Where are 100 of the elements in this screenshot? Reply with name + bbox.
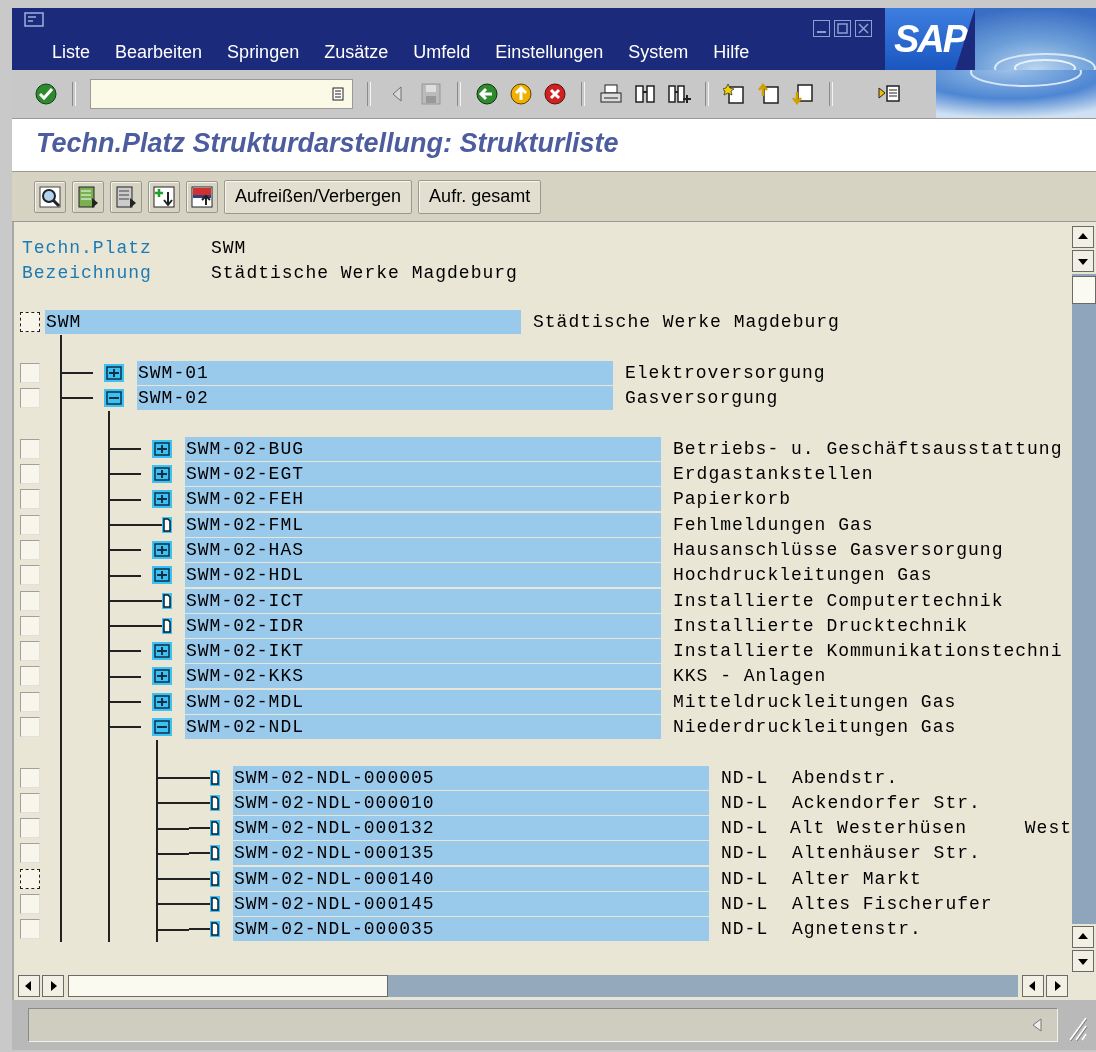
node-id[interactable]: SWM-02-KKS <box>185 664 661 689</box>
window-menu-icon[interactable] <box>24 12 44 28</box>
maximize-icon[interactable] <box>834 20 851 37</box>
checkbox[interactable] <box>20 388 40 409</box>
node-id[interactable]: SWM-02-IKT <box>185 639 661 664</box>
checkbox[interactable] <box>20 691 40 712</box>
page-up-arrow-icon[interactable] <box>757 82 781 106</box>
scrollbar-track[interactable] <box>1072 274 1096 924</box>
cancel-icon[interactable] <box>543 82 567 106</box>
scroll-up-button[interactable] <box>1072 226 1094 248</box>
binoculars-icon[interactable] <box>633 82 657 106</box>
node-id[interactable]: SWM <box>45 310 521 335</box>
plus-box-icon[interactable] <box>152 566 172 585</box>
checkbox[interactable] <box>20 590 40 611</box>
menu-item[interactable]: System <box>628 42 689 63</box>
checkbox[interactable] <box>20 792 40 813</box>
close-icon[interactable] <box>855 20 872 37</box>
toolbar-button[interactable]: Aufr. gesamt <box>418 179 542 214</box>
checkbox[interactable] <box>20 615 40 636</box>
page-down-arrow-icon[interactable] <box>791 82 815 106</box>
scroll-left-button[interactable] <box>18 975 40 997</box>
binoculars-plus-icon[interactable] <box>667 82 691 106</box>
checkbox[interactable] <box>20 919 40 940</box>
node-id[interactable]: SWM-02-ICT <box>185 588 661 613</box>
menu-item[interactable]: Zusätze <box>324 42 389 63</box>
checkmark-icon[interactable] <box>34 82 58 106</box>
minimize-icon[interactable] <box>813 20 830 37</box>
select-button[interactable] <box>72 180 104 213</box>
minus-box-icon[interactable] <box>152 718 172 736</box>
node-id[interactable]: SWM-02-NDL-000135 <box>233 841 709 866</box>
node-id[interactable]: SWM-02-MDL <box>185 689 661 714</box>
plus-box-icon[interactable] <box>152 439 172 458</box>
node-id[interactable]: SWM-02 <box>137 386 613 411</box>
scroll-down-button[interactable] <box>1072 250 1094 272</box>
scroll-right-button[interactable] <box>42 975 64 997</box>
checkbox[interactable] <box>20 843 40 864</box>
node-id[interactable]: SWM-02-EGT <box>185 462 661 486</box>
scrollbar-thumb[interactable] <box>68 975 388 997</box>
checkbox[interactable] <box>20 641 40 662</box>
checkbox[interactable] <box>20 868 40 889</box>
checkbox[interactable] <box>20 767 40 788</box>
checkbox[interactable] <box>20 565 40 586</box>
node-id[interactable]: SWM-02-NDL-000132 <box>233 816 709 841</box>
plus-box-icon[interactable] <box>152 465 172 483</box>
node-id[interactable]: SWM-02-HAS <box>185 537 661 562</box>
checkbox[interactable] <box>20 438 40 459</box>
deselect-button[interactable] <box>110 180 142 213</box>
menu-item[interactable]: Hilfe <box>713 42 750 63</box>
node-id[interactable]: SWM-02-FEH <box>185 487 661 512</box>
page-left-button[interactable] <box>1022 975 1044 997</box>
checkbox[interactable] <box>20 464 40 484</box>
page-right-button[interactable] <box>1046 975 1068 997</box>
checkbox[interactable] <box>20 818 40 839</box>
page-star-icon[interactable] <box>723 82 747 106</box>
printer-icon[interactable] <box>599 82 623 106</box>
plus-box-icon[interactable] <box>104 363 124 382</box>
checkbox[interactable] <box>20 539 40 560</box>
node-id[interactable]: SWM-02-NDL-000035 <box>233 917 709 942</box>
page-up-button[interactable] <box>1072 926 1094 948</box>
minus-box-icon[interactable] <box>104 389 124 408</box>
node-type: ND-L <box>721 767 770 788</box>
plus-box-icon[interactable] <box>152 692 172 711</box>
plus-box-icon[interactable] <box>152 540 172 559</box>
checkbox[interactable] <box>20 312 40 333</box>
scrollbar-thumb[interactable] <box>1072 276 1096 304</box>
node-id[interactable]: SWM-02-NDL-000010 <box>233 790 709 815</box>
node-id[interactable]: SWM-02-FML <box>185 512 661 537</box>
node-id[interactable]: SWM-02-NDL-000140 <box>233 866 709 891</box>
checkbox[interactable] <box>20 666 40 687</box>
checkbox[interactable] <box>20 717 40 737</box>
node-id[interactable]: SWM-02-NDL-000005 <box>233 765 709 790</box>
toolbar-button[interactable]: Aufreißen/Verbergen <box>224 179 413 214</box>
menu-item[interactable]: Bearbeiten <box>115 42 203 63</box>
node-id[interactable]: SWM-02-BUG <box>185 436 661 461</box>
node-id[interactable]: SWM-01 <box>137 360 613 385</box>
expand-button[interactable] <box>148 180 180 213</box>
detail-button[interactable] <box>34 180 66 213</box>
page-down-button[interactable] <box>1072 950 1094 972</box>
node-id[interactable]: SWM-02-HDL <box>185 563 661 588</box>
node-description: Abendstr. <box>792 767 900 788</box>
checkbox[interactable] <box>20 514 40 535</box>
menu-item[interactable]: Liste <box>52 42 91 63</box>
node-id[interactable]: SWM-02-IDR <box>185 613 661 638</box>
checkbox[interactable] <box>20 362 40 383</box>
command-field[interactable] <box>90 79 353 109</box>
menu-item[interactable]: Springen <box>227 42 300 63</box>
menu-item[interactable]: Einstellungen <box>495 42 604 63</box>
collapse-button[interactable] <box>186 180 218 213</box>
triangle-icon[interactable] <box>1031 1017 1043 1033</box>
checkbox[interactable] <box>20 489 40 510</box>
node-id[interactable]: SWM-02-NDL-000145 <box>233 892 709 917</box>
plus-box-icon[interactable] <box>152 490 172 509</box>
plus-box-icon[interactable] <box>152 642 172 661</box>
list-icon[interactable] <box>332 87 344 101</box>
checkbox[interactable] <box>20 894 40 915</box>
plus-box-icon[interactable] <box>152 667 172 686</box>
menu-item[interactable]: Umfeld <box>413 42 471 63</box>
node-description: KKS - Anlagen <box>673 666 827 687</box>
node-id[interactable]: SWM-02-NDL <box>185 715 661 739</box>
scrollbar-track[interactable] <box>68 975 1018 997</box>
